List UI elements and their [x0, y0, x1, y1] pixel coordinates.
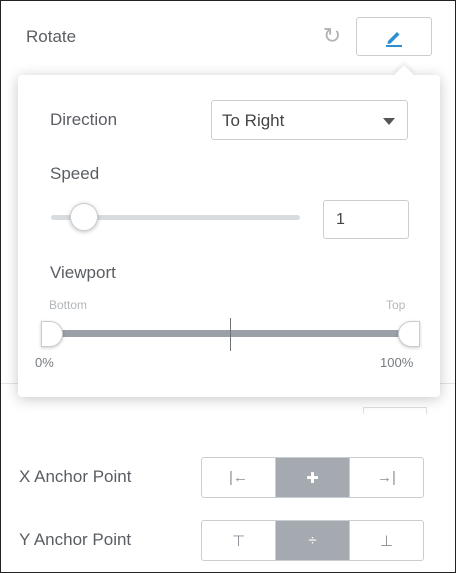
viewport-label: Viewport: [50, 263, 116, 282]
align-right-icon: →|: [377, 469, 396, 486]
direction-value: To Right: [222, 111, 285, 130]
y-anchor-bottom-button[interactable]: ⊥: [349, 521, 423, 560]
x-anchor-label: X Anchor Point: [19, 467, 132, 486]
reset-icon[interactable]: ↻: [321, 25, 343, 47]
viewport-midpoint-marker: [230, 318, 231, 351]
rotate-row: Rotate ↻: [1, 1, 455, 71]
align-left-icon: |←: [229, 469, 248, 486]
viewport-max-handle[interactable]: [398, 321, 420, 347]
rotate-popover: Direction To Right Speed 1 Viewport Bott…: [18, 65, 440, 397]
speed-input[interactable]: 1: [323, 200, 409, 239]
hidden-control-edge: [363, 407, 427, 414]
y-anchor-label: Y Anchor Point: [19, 530, 132, 549]
rotate-label: Rotate: [26, 27, 77, 46]
viewport-min-handle[interactable]: [41, 321, 63, 347]
speed-label: Speed: [50, 164, 100, 183]
direction-select[interactable]: To Right: [211, 100, 408, 140]
chevron-down-icon: [383, 118, 395, 125]
y-anchor-middle-button[interactable]: ÷: [275, 521, 349, 560]
x-anchor-right-button[interactable]: →|: [349, 458, 423, 497]
align-center-icon: ✚: [306, 469, 319, 487]
x-anchor-center-button[interactable]: ✚: [275, 458, 349, 497]
motion-effects-panel: Rotate ↻ Direction To Right Speed 1 View…: [0, 0, 456, 573]
direction-label: Direction: [50, 110, 118, 129]
x-anchor-button-group: |← ✚ →|: [201, 457, 424, 498]
y-anchor-top-button[interactable]: ⊤: [202, 521, 275, 560]
align-bottom-icon: ⊥: [379, 532, 394, 550]
y-anchor-button-group: ⊤ ÷ ⊥: [201, 520, 424, 561]
viewport-top-label: Top: [386, 298, 406, 312]
speed-slider-thumb[interactable]: [69, 203, 98, 231]
align-top-icon: ⊤: [231, 532, 246, 550]
viewport-bottom-label: Bottom: [49, 298, 88, 312]
align-middle-icon: ÷: [308, 532, 317, 549]
pencil-icon: [386, 32, 402, 47]
x-anchor-left-button[interactable]: |←: [202, 458, 275, 497]
viewport-min-value: 0%: [35, 355, 54, 370]
edit-rotate-button[interactable]: [356, 17, 432, 56]
viewport-max-value: 100%: [380, 355, 414, 370]
